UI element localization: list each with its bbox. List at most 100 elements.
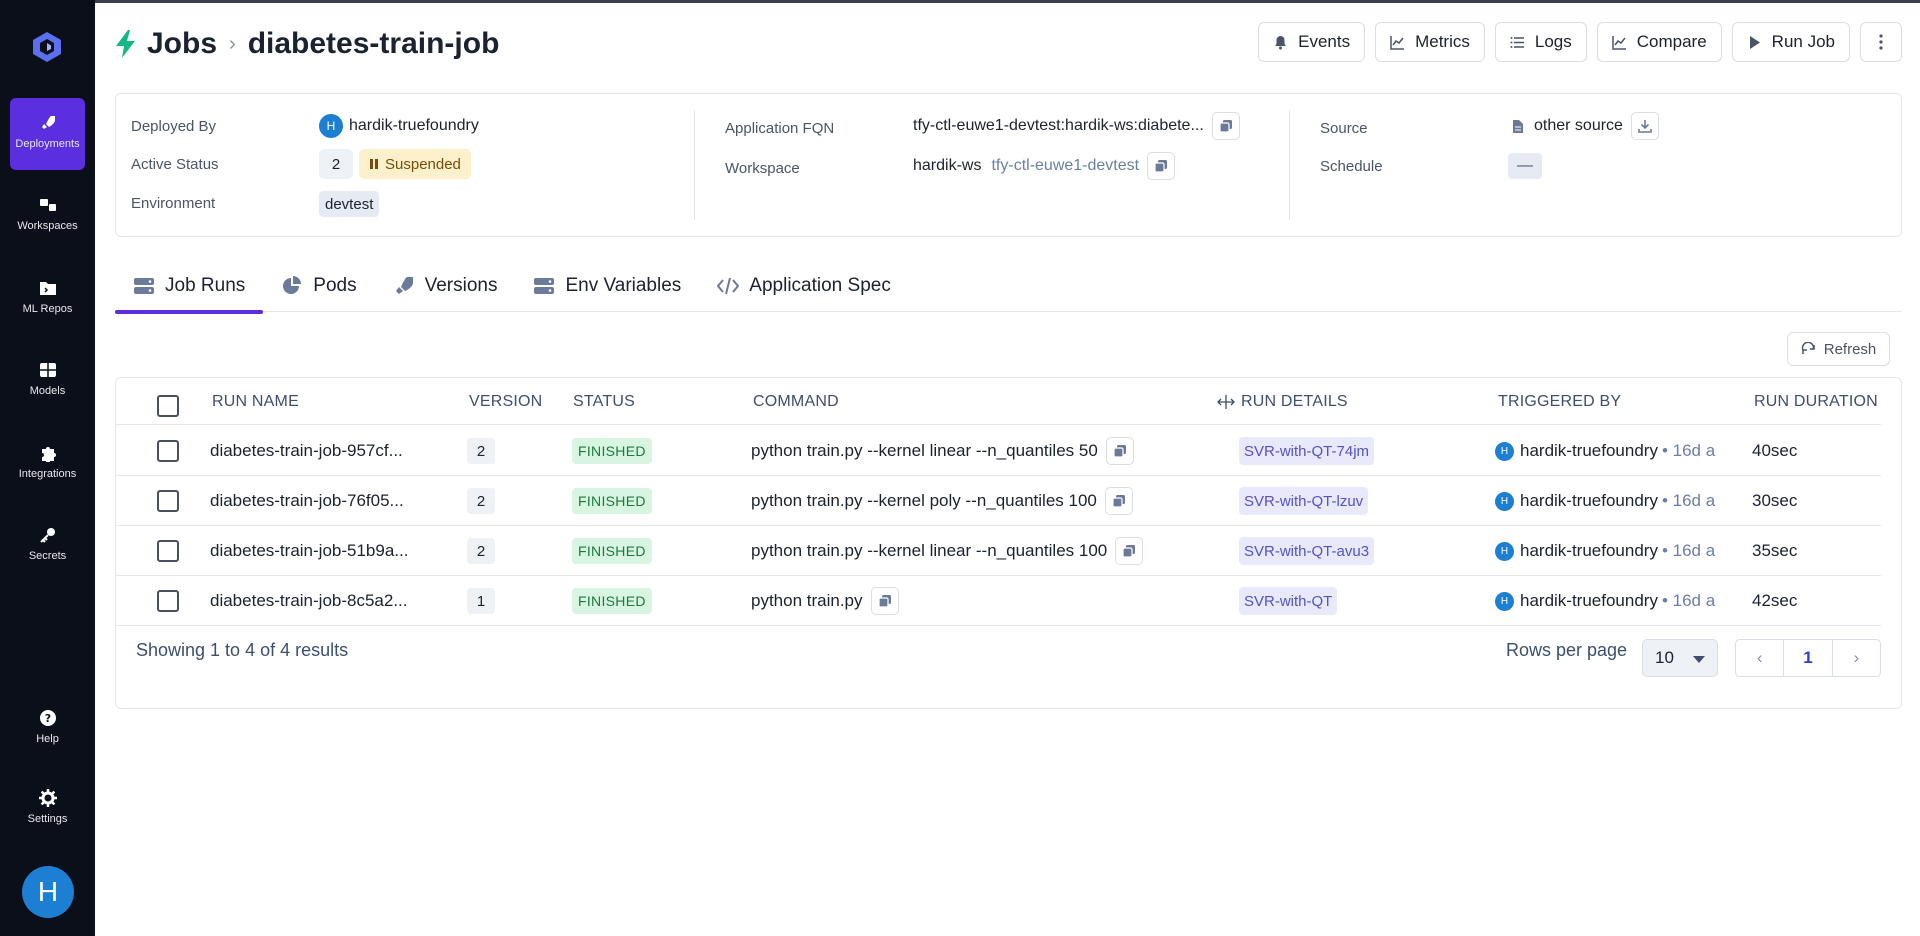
column-header-command[interactable]: COMMAND: [753, 393, 839, 411]
column-header-triggered-by[interactable]: TRIGGERED BY: [1498, 393, 1621, 411]
detail-tabs: Job Runs Pods Versions Env Variables App…: [115, 260, 1902, 314]
tab-application-spec[interactable]: Application Spec: [699, 260, 909, 312]
workspace-cluster-link[interactable]: tfy-ctl-euwe1-devtest: [991, 157, 1139, 175]
more-options-button[interactable]: [1860, 22, 1902, 62]
workspace-value: hardik-ws tfy-ctl-euwe1-devtest: [913, 152, 1176, 180]
triggered-by-cell: Hhardik-truefoundry • 16d a: [1495, 476, 1747, 526]
copy-workspace-button[interactable]: [1147, 152, 1176, 180]
divider: [694, 110, 695, 220]
deployed-by-name: hardik-truefoundry: [349, 117, 479, 134]
list-icon: [1510, 36, 1524, 48]
column-header-status[interactable]: STATUS: [573, 393, 635, 411]
row-checkbox[interactable]: [157, 440, 179, 462]
run-details-link[interactable]: SVR-with-QT-lzuv: [1239, 487, 1369, 515]
avatar: H: [1495, 591, 1514, 611]
breadcrumb-jobs-link[interactable]: Jobs: [147, 27, 217, 61]
workspace-name[interactable]: hardik-ws: [913, 157, 981, 175]
sidebar-item-settings[interactable]: Settings: [10, 773, 85, 845]
sidebar-item-models[interactable]: Models: [10, 345, 85, 417]
environment-value: devtest: [319, 191, 380, 217]
version-badge: 2: [467, 538, 495, 564]
next-page-button[interactable]: ›: [1833, 640, 1880, 676]
sidebar-item-secrets[interactable]: Secrets: [10, 510, 85, 582]
refresh-button[interactable]: Refresh: [1787, 332, 1890, 366]
run-details-cell: SVR-with-QT-74jm: [1239, 426, 1375, 476]
sidebar-item-help[interactable]: ? Help: [10, 693, 85, 765]
server-icon: [534, 278, 555, 294]
copy-fqn-button[interactable]: [1211, 112, 1240, 140]
run-name[interactable]: diabetes-train-job-8c5a2...: [210, 591, 408, 611]
run-details-cell: SVR-with-QT-lzuv: [1239, 476, 1369, 526]
pause-icon: [370, 159, 378, 169]
copy-command-button[interactable]: [1105, 437, 1134, 465]
schedule-badge: —: [1508, 153, 1542, 179]
run-name-cell[interactable]: diabetes-train-job-51b9a...: [210, 526, 408, 576]
copy-icon: [1112, 495, 1125, 508]
run-details-cell: SVR-with-QT: [1239, 576, 1338, 626]
run-duration-cell: 30sec: [1752, 476, 1797, 526]
rows-per-page-select[interactable]: 10: [1642, 639, 1718, 677]
copy-command-button[interactable]: [1115, 537, 1144, 565]
run-name-cell[interactable]: diabetes-train-job-957cf...: [210, 426, 403, 476]
status-cell: FINISHED: [572, 526, 652, 576]
run-duration: 40sec: [1752, 441, 1798, 460]
run-details-link[interactable]: SVR-with-QT-avu3: [1239, 537, 1375, 565]
row-checkbox[interactable]: [157, 490, 179, 512]
copy-command-button[interactable]: [1104, 487, 1133, 515]
sidebar-item-deployments[interactable]: Deployments: [10, 98, 85, 170]
status-cell: FINISHED: [572, 426, 652, 476]
column-header-version[interactable]: VERSION: [469, 393, 542, 411]
download-icon: [1638, 120, 1652, 133]
run-details-link[interactable]: SVR-with-QT: [1239, 587, 1338, 615]
user-avatar[interactable]: H: [22, 866, 74, 918]
run-duration: 42sec: [1752, 591, 1798, 610]
tab-pods[interactable]: Pods: [263, 260, 374, 312]
tab-versions[interactable]: Versions: [375, 260, 516, 312]
row-checkbox[interactable]: [157, 540, 179, 562]
header-actions: Events Metrics Logs Compare Run Job: [1258, 22, 1902, 62]
table-row[interactable]: diabetes-train-job-8c5a2... 1 FINISHED pyth…: [116, 576, 1881, 626]
column-header-run-name[interactable]: RUN NAME: [212, 393, 299, 411]
tab-job-runs[interactable]: Job Runs: [115, 260, 264, 314]
row-checkbox[interactable]: [157, 590, 179, 612]
triggered-by-name: hardik-truefoundry: [1520, 541, 1658, 560]
sidebar-item-integrations[interactable]: Integrations: [10, 428, 85, 500]
table-row[interactable]: diabetes-train-job-51b9a... 2 FINISHED pyth…: [116, 526, 1881, 576]
refresh-label: Refresh: [1823, 340, 1877, 358]
compare-button[interactable]: Compare: [1596, 22, 1722, 62]
logs-button[interactable]: Logs: [1494, 22, 1587, 62]
app-fqn-value: tfy-ctl-euwe1-devtest:hardik-ws:diabete.…: [913, 112, 1240, 140]
select-all-checkbox[interactable]: [157, 395, 179, 417]
avatar: H: [1495, 541, 1514, 561]
column-resize-icon[interactable]: [1217, 395, 1235, 409]
job-runs-table: RUN NAME VERSION STATUS COMMAND RUN DETA…: [115, 377, 1902, 709]
tab-env-variables[interactable]: Env Variables: [515, 260, 699, 312]
app-fqn-label: Application FQN: [725, 120, 835, 137]
current-page-button[interactable]: 1: [1783, 640, 1833, 676]
status-badge-text: Suspended: [385, 155, 461, 173]
metrics-button[interactable]: Metrics: [1375, 22, 1485, 62]
events-button[interactable]: Events: [1258, 22, 1366, 62]
deployed-by-label: Deployed By: [131, 118, 217, 135]
run-name[interactable]: diabetes-train-job-957cf...: [210, 441, 403, 461]
column-header-run-duration[interactable]: RUN DURATION: [1754, 393, 1878, 411]
table-row[interactable]: diabetes-train-job-957cf... 2 FINISHED pyth…: [116, 426, 1881, 476]
help-icon: ?: [39, 710, 56, 726]
prev-page-button[interactable]: ‹: [1736, 640, 1783, 676]
run-details-link[interactable]: SVR-with-QT-74jm: [1239, 437, 1375, 465]
run-name[interactable]: diabetes-train-job-76f05...: [210, 491, 404, 511]
results-summary: Showing 1 to 4 of 4 results: [136, 640, 349, 660]
column-header-run-details[interactable]: RUN DETAILS: [1241, 393, 1348, 411]
copy-command-button[interactable]: [870, 587, 899, 615]
sidebar-item-workspaces[interactable]: Workspaces: [10, 180, 85, 252]
run-job-button[interactable]: Run Job: [1731, 22, 1850, 62]
truefoundry-logo[interactable]: [30, 30, 64, 64]
run-name-cell[interactable]: diabetes-train-job-8c5a2...: [210, 576, 408, 626]
download-source-button[interactable]: [1630, 112, 1659, 140]
sidebar-item-ml-repos[interactable]: ML Repos: [10, 263, 85, 335]
copy-icon: [1113, 445, 1126, 458]
run-name-cell[interactable]: diabetes-train-job-76f05...: [210, 476, 404, 526]
table-row[interactable]: diabetes-train-job-76f05... 2 FINISHED pyth…: [116, 476, 1881, 526]
status-badge: FINISHED: [572, 438, 652, 464]
run-name[interactable]: diabetes-train-job-51b9a...: [210, 541, 408, 561]
